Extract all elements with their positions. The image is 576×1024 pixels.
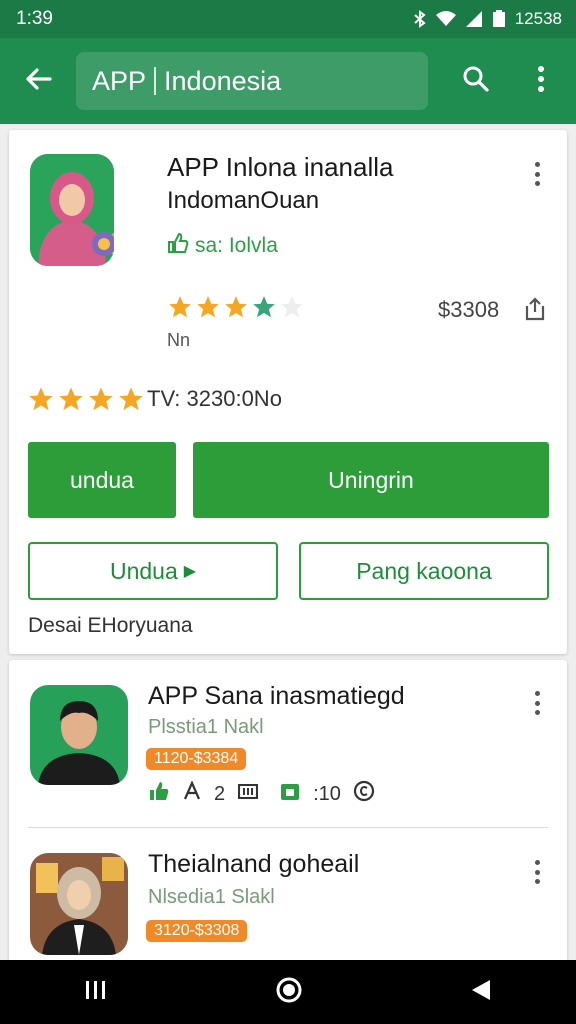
home-button[interactable] [275,976,303,1009]
status-right-text: 12538 [514,9,562,28]
status-icons: 12538 [413,9,562,29]
overflow-menu-button[interactable] [506,38,576,124]
search-text-query: Indonesia [164,65,282,96]
search-text-app: APP [92,65,147,96]
play-arrow-icon: ▶ [183,563,197,580]
featured-title-line1: APP Inlona inanalla [167,152,394,182]
featured-title-line2: IndomanOuan [167,187,320,214]
status-bar: 1:39 12538 [0,0,576,38]
star-icon [197,296,219,318]
back-arrow-icon [24,67,52,96]
featured-rating2-text: TV: 3230:0No [147,386,282,411]
text-format-icon [182,780,202,807]
star-half-icon [253,296,275,318]
calendar-icon [279,781,301,807]
featured-tag: sa: Iolvla [167,232,278,260]
app-icon-avatar[interactable] [30,154,114,266]
featured-rating-stars [167,294,305,320]
bluetooth-icon [413,10,427,28]
list-item-more-button[interactable] [527,688,547,718]
install-button-label: Uningrin [328,466,414,493]
list-item-meta-b: :10 [313,782,341,805]
app-bar: APP Indonesia [0,38,576,124]
search-button[interactable] [446,38,506,124]
list-item-title[interactable]: Theialnand goheail [148,850,359,879]
list-item-meta-a: 2 [214,782,226,805]
featured-app-card[interactable]: APP Inlona inanalla IndomanOuan sa: Iolv… [9,130,567,654]
list-item-meta: 2 :10 [148,780,375,808]
thumbs-up-icon [167,232,189,260]
status-time: 1:39 [16,8,53,29]
download-button-label: undua [70,466,134,493]
back-button[interactable] [0,38,76,124]
star-icon [225,296,247,318]
list-divider [28,827,548,828]
price-badge: 3120-$3308 [146,920,248,942]
star-empty-icon [281,296,303,318]
download-outline-label: Undua [109,557,178,584]
list-item-subtitle: Plsstia1 Nakl [148,716,264,738]
share-icon[interactable] [523,296,547,327]
app-list-card: APP Sana inasmatiegd Plsstia1 Nakl 1120-… [9,660,567,960]
list-item-avatar[interactable] [30,685,128,785]
featured-more-button[interactable] [527,159,547,189]
featured-tag-text: sa: Iolvla [195,234,278,257]
list-item-avatar[interactable] [30,853,128,955]
more-info-outline-button[interactable]: Pang kaoona [299,542,549,600]
more-vert-icon [537,65,545,97]
battery-icon [491,10,507,28]
download-button[interactable]: undua [28,442,176,518]
star-icon [119,387,143,411]
search-icon [462,65,490,98]
recent-apps-button[interactable] [84,979,108,1006]
price-badge: 1120-$3384 [146,748,247,770]
system-nav-bar [0,960,576,1024]
copyright-icon [353,780,375,808]
featured-rating2-stars [27,385,145,413]
download-outline-button[interactable]: Undua ▶ [28,542,278,600]
list-item-subtitle: Nlsedia1 Slakl [148,886,275,908]
search-field[interactable]: APP Indonesia [76,52,428,110]
wifi-icon [435,10,457,28]
search-cursor [154,67,157,95]
signal-icon [465,10,483,28]
star-icon [29,387,53,411]
memory-icon [237,782,259,806]
more-info-outline-label: Pang kaoona [356,557,492,584]
back-nav-button[interactable] [470,978,492,1007]
star-icon [59,387,83,411]
star-icon [89,387,113,411]
install-button[interactable]: Uningrin [193,442,549,518]
list-item-title[interactable]: APP Sana inasmatiegd [148,682,405,711]
list-item-more-button[interactable] [527,857,547,887]
featured-under-rating: Nn [167,330,191,350]
featured-footer: Desai EHoryuana [28,614,193,637]
thumbs-up-icon [148,780,170,808]
star-icon [169,296,191,318]
featured-price: $3308 [438,297,500,322]
